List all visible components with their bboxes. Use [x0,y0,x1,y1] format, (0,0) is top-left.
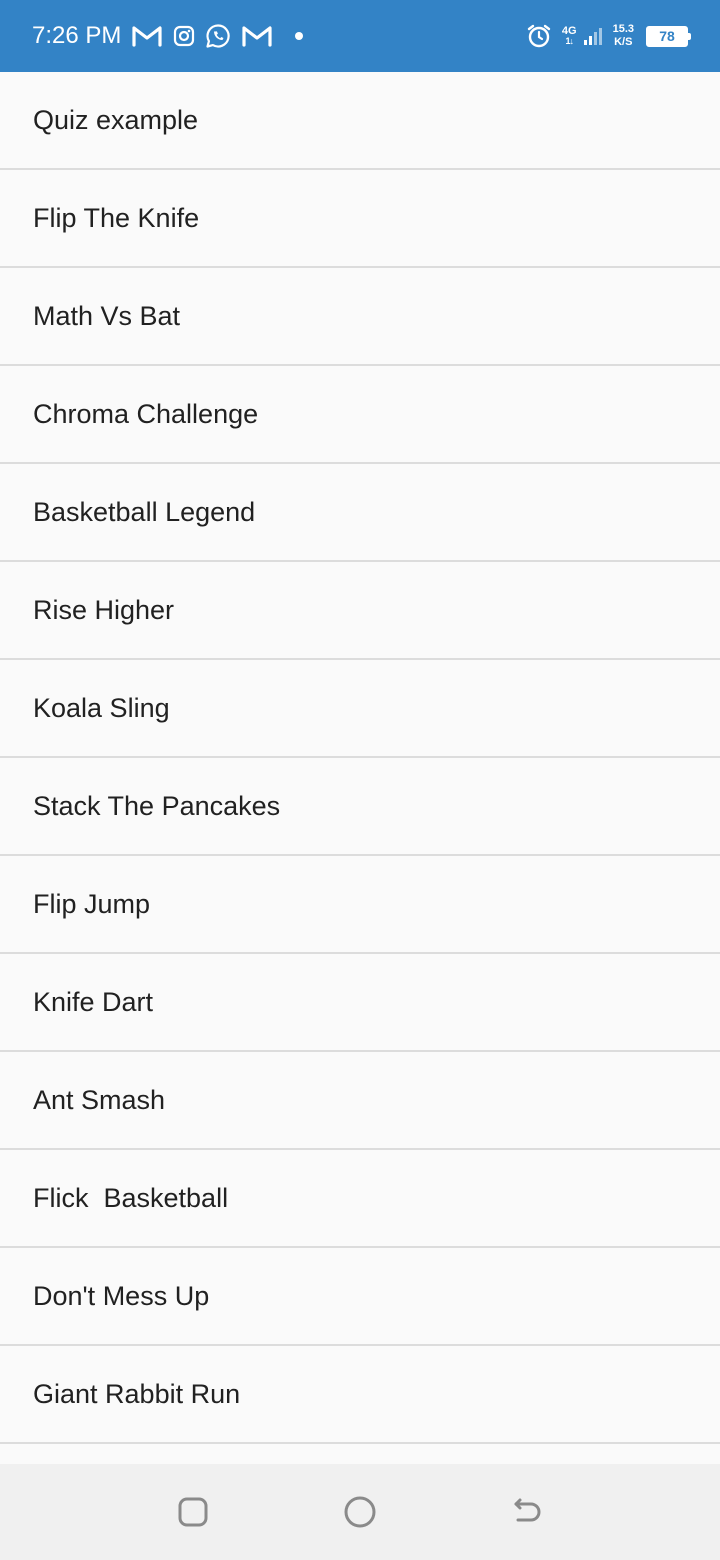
list-item[interactable]: Stack The Pancakes [0,758,720,856]
battery-level: 78 [659,28,675,44]
list-item[interactable]: Koala Sling [0,660,720,758]
list-item-label: Ant Smash [33,1084,166,1115]
list-item-label: Giant Rabbit Run [33,1378,241,1409]
list-item[interactable]: Quiz example [0,72,720,170]
list-item-label: Don't Mess Up [33,1280,210,1311]
back-icon [514,1498,541,1522]
list-item-label: Chroma Challenge [33,398,259,429]
status-bar-right: 4G 1↓ 15.3 K/S 78 [526,23,691,49]
gmail-icon [131,24,163,48]
list-item[interactable]: Basketball Legend [0,464,720,562]
list-item[interactable]: Ant Smash [0,1052,720,1150]
game-list: Quiz example Flip The Knife Math Vs Bat … [0,72,720,1464]
gmail-icon [241,24,273,48]
list-item[interactable]: Rise Higher [0,562,720,660]
recent-apps-button[interactable] [163,1482,223,1542]
network-type: 4G 1↓ [562,26,577,46]
list-item[interactable]: Chroma Challenge [0,366,720,464]
status-bar-left: 7:26 PM [32,22,304,50]
list-item-label: Flick Basketball [33,1182,229,1213]
back-button[interactable] [497,1482,557,1542]
list-item[interactable]: Flip The Knife [0,170,720,268]
speed-value: 15.3 [612,23,634,36]
list-item-label: Rise Higher [33,594,175,625]
instagram-icon [173,25,195,47]
list-item-label: Basketball Legend [33,496,256,527]
list-item-label: Stack The Pancakes [33,790,281,821]
whatsapp-icon [205,23,231,49]
status-bar: 7:26 PM 4G 1↓ 15.3 K/S 78 [0,0,720,72]
status-time: 7:26 PM [32,22,122,49]
battery-icon: 78 [646,25,691,47]
network-speed: 15.3 K/S [613,23,634,48]
speed-unit: K/S [614,36,633,48]
list-item-label: Math Vs Bat [33,300,181,331]
signal-icon [583,26,603,46]
list-item[interactable]: Flip Jump [0,856,720,954]
network-arrows: 1↓ [565,36,573,46]
recent-apps-icon [178,1497,208,1527]
list-item-label: Koala Sling [33,692,170,723]
list-item-label: Quiz example [33,104,199,135]
list-item-label: Knife Dart [33,986,154,1017]
home-button[interactable] [330,1482,390,1542]
notification-dot [295,32,304,40]
list-item[interactable]: Don't Mess Up [0,1248,720,1346]
alarm-icon [526,23,552,49]
list-item[interactable]: Knife Dart [0,954,720,1052]
navigation-bar [0,1464,720,1560]
list-item-label: Flip Jump [33,888,151,919]
home-icon [344,1496,376,1528]
list-item[interactable]: Math Vs Bat [0,268,720,366]
list-item-label: Flip The Knife [33,202,200,233]
list-item[interactable]: Flick Basketball [0,1150,720,1248]
list-item[interactable]: Giant Rabbit Run [0,1346,720,1444]
